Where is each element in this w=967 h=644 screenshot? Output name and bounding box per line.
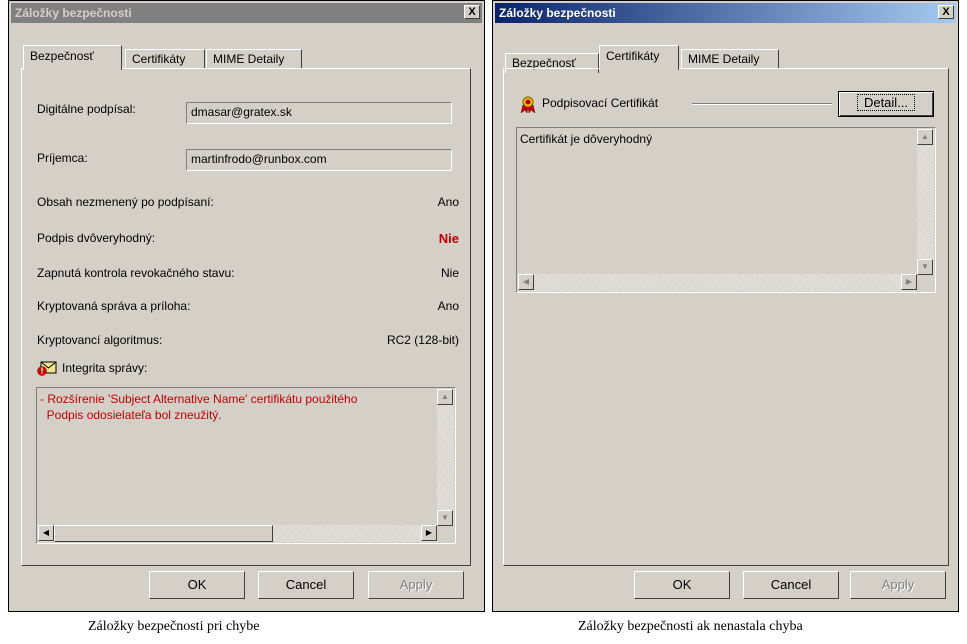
recipient-label: Príjemca: — [37, 151, 88, 165]
cancel-button[interactable]: Cancel — [258, 571, 354, 599]
row-label: Podpis dvôveryhodný: — [37, 231, 156, 245]
row-value: Ano — [437, 195, 459, 209]
tab-certificates[interactable]: Certifikáty — [125, 49, 205, 69]
integrity-label: Integrita správy: — [62, 361, 148, 375]
caption-no-error: Záložky bezpečnosti ak nenastala chyba — [578, 619, 803, 634]
tab-security[interactable]: Bezpečnosť — [23, 45, 122, 70]
vertical-scrollbar[interactable]: ▲ ▼ — [917, 129, 934, 275]
scroll-down-button[interactable]: ▼ — [437, 510, 453, 526]
apply-button[interactable]: Apply — [850, 571, 946, 599]
scroll-down-button[interactable]: ▼ — [917, 259, 933, 275]
caption-error: Záložky bezpečnosti pri chybe — [88, 619, 260, 634]
recipient-value: martinfrodo@runbox.com — [191, 152, 327, 166]
close-button[interactable]: X — [464, 5, 480, 19]
signed-by-label: Digitálne podpísal: — [37, 102, 136, 116]
row-value: RC2 (128-bit) — [386, 333, 459, 347]
group-divider — [692, 103, 832, 105]
row-label: Kryptovancí algoritmus: — [37, 333, 163, 347]
certificate-ribbon-icon — [520, 96, 536, 114]
security-dialog-ok: Záložky bezpečnosti X Bezpečnosť Certifi… — [492, 0, 959, 612]
close-button[interactable]: X — [938, 5, 954, 19]
recipient-field[interactable]: martinfrodo@runbox.com — [186, 149, 452, 171]
security-tab-panel: Digitálne podpísal: dmasar@gratex.sk Prí… — [21, 68, 471, 566]
scroll-up-button[interactable]: ▲ — [437, 389, 453, 405]
row-value: Nie — [440, 266, 459, 280]
title-bar[interactable]: Záložky bezpečnosti X — [495, 3, 956, 23]
horizontal-scrollbar[interactable]: ◀ ▶ — [518, 274, 917, 291]
scroll-left-button[interactable]: ◀ — [38, 525, 54, 541]
certificates-tab-panel: Podpisovací Certifikát Detail... Certifi… — [503, 68, 949, 566]
status-row-content-unchanged: Obsah nezmenený po podpísaní: Ano — [37, 195, 459, 211]
status-row-algorithm: Kryptovancí algoritmus: RC2 (128-bit) — [37, 333, 459, 349]
detail-button[interactable]: Detail... — [838, 91, 934, 117]
apply-button[interactable]: Apply — [368, 571, 464, 599]
scroll-thumb[interactable] — [54, 525, 273, 542]
scroll-left-button[interactable]: ◀ — [518, 274, 534, 290]
window-title: Záložky bezpečnosti — [15, 6, 132, 20]
tab-mime-details[interactable]: MIME Detaily — [206, 49, 302, 69]
signing-certificate-label: Podpisovací Certifikát — [542, 96, 659, 110]
ok-button[interactable]: OK — [149, 571, 245, 599]
signed-by-value: dmasar@gratex.sk — [191, 105, 292, 119]
scroll-right-button[interactable]: ▶ — [901, 274, 917, 290]
integrity-message: - Rozšírenie 'Subject Alternative Name' … — [40, 392, 358, 422]
envelope-error-icon — [37, 360, 57, 376]
row-label: Obsah nezmenený po podpísaní: — [37, 195, 214, 209]
scroll-right-button[interactable]: ▶ — [421, 525, 437, 541]
certificate-status-message: Certifikát je dôveryhodný — [520, 132, 653, 146]
certificate-status-text-area[interactable]: Certifikát je dôveryhodný ▲ ▼ ◀ ▶ — [516, 127, 936, 293]
cancel-button[interactable]: Cancel — [743, 571, 839, 599]
vertical-scrollbar[interactable]: ▲ ▼ — [437, 389, 454, 526]
scroll-up-button[interactable]: ▲ — [917, 129, 933, 145]
ok-button[interactable]: OK — [634, 571, 730, 599]
status-row-revocation-check: Zapnutá kontrola revokačného stavu: Nie — [37, 266, 459, 282]
tab-mime-details[interactable]: MIME Detaily — [681, 49, 779, 69]
row-value: Ano — [437, 299, 459, 313]
security-dialog-error: Záložky bezpečnosti X Bezpečnosť Certifi… — [8, 0, 485, 612]
title-bar[interactable]: Záložky bezpečnosti X — [11, 3, 482, 23]
row-label: Zapnutá kontrola revokačného stavu: — [37, 266, 235, 280]
integrity-text-area[interactable]: - Rozšírenie 'Subject Alternative Name' … — [36, 387, 456, 544]
row-value-error: Nie — [438, 231, 459, 246]
signed-by-field[interactable]: dmasar@gratex.sk — [186, 102, 452, 124]
row-label: Kryptovaná správa a príloha: — [37, 299, 191, 313]
detail-button-label: Detail... — [856, 94, 916, 111]
window-title: Záložky bezpečnosti — [499, 6, 616, 20]
horizontal-scrollbar[interactable]: ◀ ▶ — [38, 525, 437, 542]
tab-certificates[interactable]: Certifikáty — [599, 45, 679, 70]
status-row-signature-trusted: Podpis dvôveryhodný: Nie — [37, 231, 459, 247]
status-row-encrypted: Kryptovaná správa a príloha: Ano — [37, 299, 459, 315]
